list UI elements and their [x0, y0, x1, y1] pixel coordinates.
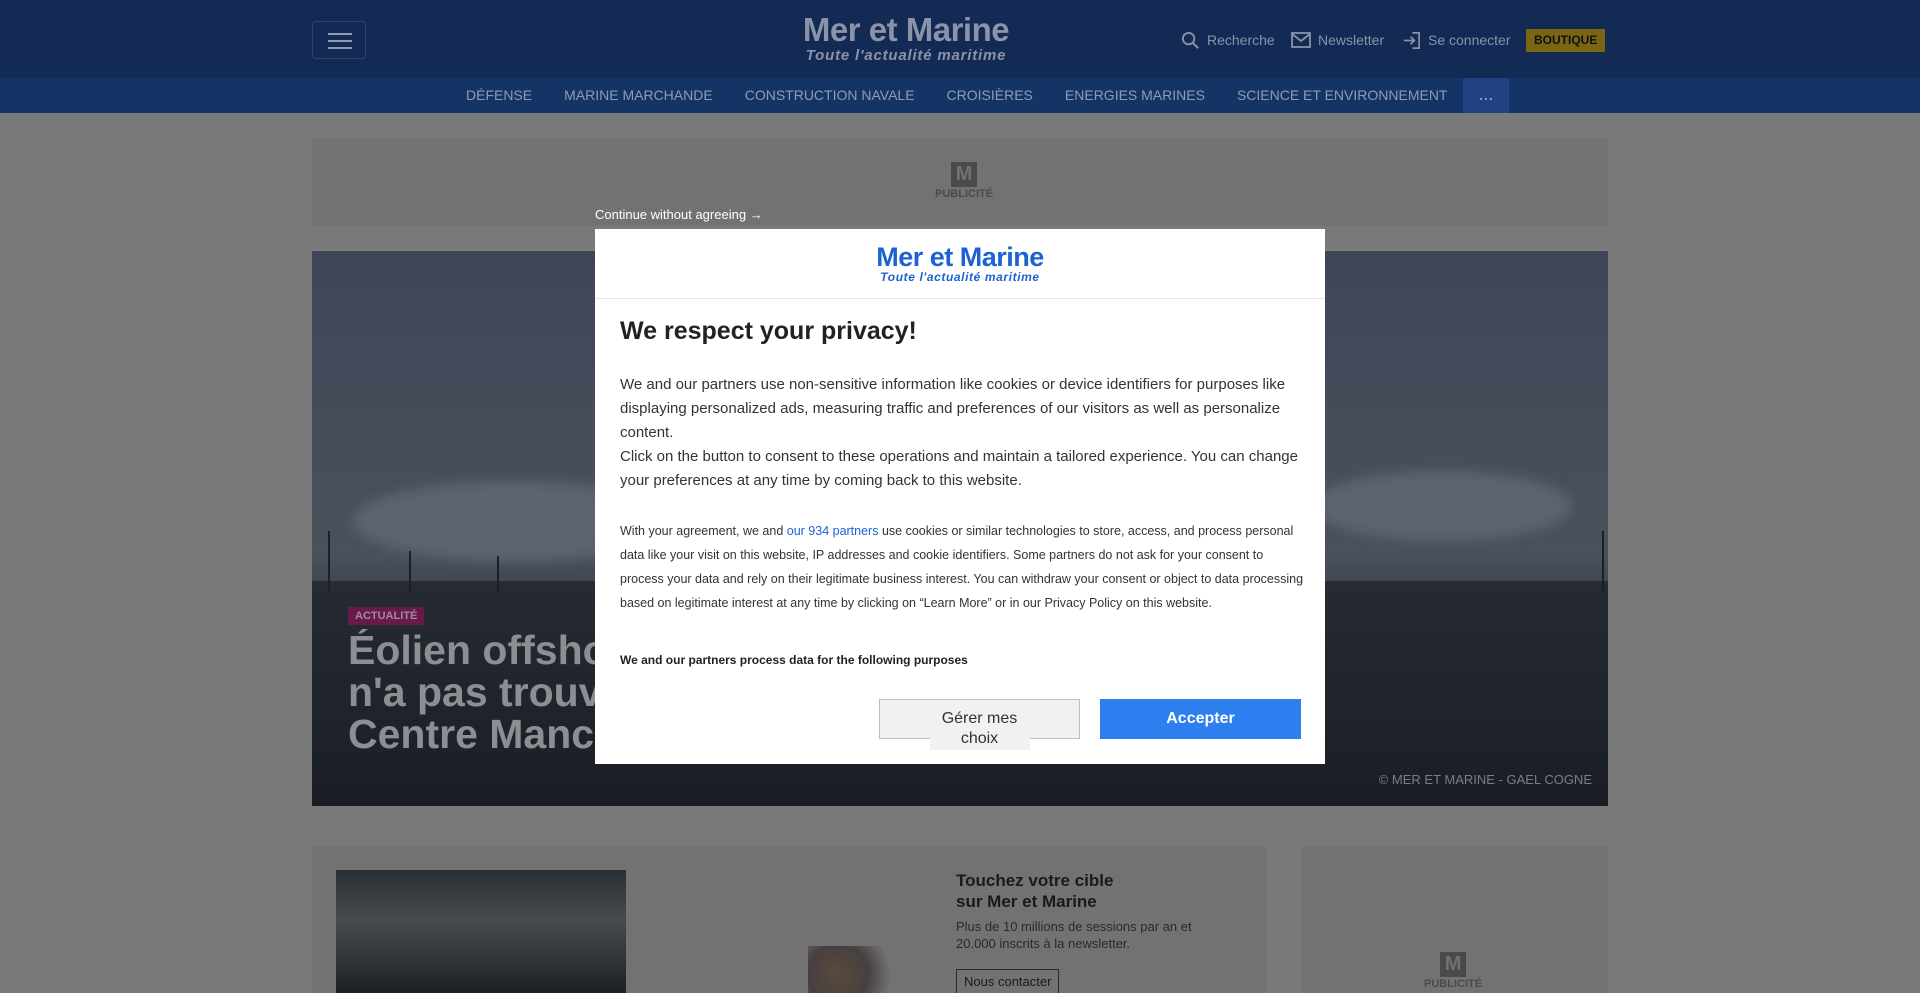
dialog-logo-tagline: Toute l'actualité maritime	[880, 270, 1040, 284]
continue-without-agreeing-link[interactable]: Continue without agreeing →	[595, 207, 763, 222]
side-ad-banner[interactable]: M PUBLICITÉ	[1302, 846, 1608, 993]
nav-item-defense[interactable]: DÉFENSE	[450, 78, 548, 113]
search-label: Recherche	[1207, 32, 1275, 48]
dialog-intro-text: We and our partners use non-sensitive in…	[620, 376, 1286, 441]
dialog-intro: We and our partners use non-sensitive in…	[620, 373, 1310, 493]
nav-more-button[interactable]: ...	[1463, 78, 1510, 113]
promo-card: Touchez votre cible sur Mer et Marine Pl…	[312, 846, 1266, 993]
dialog-heading: We respect your privacy!	[620, 317, 917, 345]
hamburger-menu-icon-bar	[328, 40, 352, 42]
ad-logo-icon: M	[1440, 952, 1467, 977]
promo-title: Touchez votre cible sur Mer et Marine	[956, 870, 1113, 912]
article-thumbnail[interactable]	[336, 870, 626, 993]
ad-placeholder: M PUBLICITÉ	[935, 162, 993, 200]
wind-turbine	[409, 551, 411, 593]
manage-choices-button[interactable]: Gérer mes choix	[879, 699, 1080, 750]
nav-item-croisieres[interactable]: CROISIÈRES	[931, 78, 1049, 113]
partners-link[interactable]: our 934 partners	[787, 524, 879, 538]
accept-button[interactable]: Accepter	[1100, 699, 1301, 739]
ad-label: PUBLICITÉ	[935, 188, 994, 200]
login-icon	[1403, 31, 1420, 49]
ad-logo-icon: M	[951, 162, 978, 187]
nav-item-science-environnement[interactable]: SCIENCE ET ENVIRONNEMENT	[1221, 78, 1464, 113]
promo-title-line: Touchez votre cible	[956, 871, 1114, 890]
top-ad-banner[interactable]: M PUBLICITÉ	[312, 138, 1608, 226]
mail-icon	[1291, 32, 1311, 48]
newsletter-link[interactable]: Newsletter	[1291, 29, 1384, 51]
dialog-details: With your agreement, we and our 934 part…	[620, 519, 1310, 615]
newsletter-label: Newsletter	[1318, 32, 1385, 48]
promo-title-line: sur Mer et Marine	[956, 892, 1097, 911]
login-link[interactable]: Se connecter	[1402, 29, 1511, 51]
hamburger-menu-icon	[328, 33, 352, 35]
hero-title-line: n'a pas trouvé	[348, 669, 608, 715]
nav-items: DÉFENSE MARINE MARCHANDE CONSTRUCTION NA…	[450, 78, 1510, 113]
ad-label: PUBLICITÉ	[1424, 978, 1483, 990]
dialog-logo-title: Mer et Marine	[876, 242, 1044, 272]
hero-image-cloud	[1312, 471, 1572, 541]
photo-credit: © MER ET MARINE - GAEL COGNE	[1378, 772, 1592, 787]
ad-placeholder: M PUBLICITÉ	[1424, 952, 1482, 990]
consent-dialog: Mer et Marine Toute l'actualité maritime…	[595, 229, 1325, 764]
category-badge[interactable]: ACTUALITÉ	[348, 607, 425, 625]
wind-turbine	[1602, 531, 1604, 593]
hamburger-menu-icon-bar	[328, 47, 352, 49]
search-link[interactable]: Recherche	[1181, 29, 1275, 51]
hero-title[interactable]: Éolien offshore : n'a pas trouvé Centre …	[348, 629, 608, 755]
promo-text: Plus de 10 millions de sessions par an e…	[956, 919, 1192, 951]
logo-tagline: Toute l'actualité maritime	[805, 47, 1007, 64]
hero-title-line: Centre Manche	[348, 711, 608, 755]
dialog-logo: Mer et Marine Toute l'actualité maritime	[865, 243, 1055, 284]
shop-button[interactable]: BOUTIQUE	[1526, 29, 1606, 52]
search-icon	[1181, 31, 1199, 49]
wind-turbine	[497, 556, 499, 592]
hamburger-menu-button[interactable]	[312, 21, 366, 59]
main-navigation: DÉFENSE MARINE MARCHANDE CONSTRUCTION NA…	[0, 78, 1920, 113]
purposes-heading: We and our partners process data for the…	[620, 653, 968, 667]
site-header: Mer et Marine Toute l'actualité maritime…	[0, 0, 1920, 78]
manage-choices-label: choix	[929, 730, 1030, 750]
nav-item-construction-navale[interactable]: CONSTRUCTION NAVALE	[729, 78, 931, 113]
hero-title-line: Éolien offshore :	[348, 629, 608, 673]
contact-button[interactable]: Nous contacter	[956, 969, 1060, 993]
dialog-intro-text: Click on the button to consent to these …	[620, 448, 1298, 489]
site-logo[interactable]: Mer et Marine Toute l'actualité maritime	[798, 12, 1014, 64]
nav-item-energies-marines[interactable]: ENERGIES MARINES	[1049, 78, 1221, 113]
nav-item-marine-marchande[interactable]: MARINE MARCHANDE	[548, 78, 729, 113]
dialog-header: Mer et Marine Toute l'actualité maritime	[595, 229, 1325, 299]
login-label: Se connecter	[1428, 32, 1511, 48]
dialog-details-text: With your agreement, we and	[620, 524, 787, 538]
promo-illustration	[808, 946, 908, 993]
logo-title: Mer et Marine	[802, 11, 1010, 48]
wind-turbine	[328, 531, 330, 591]
manage-choices-label: Gérer mes	[941, 710, 1018, 727]
